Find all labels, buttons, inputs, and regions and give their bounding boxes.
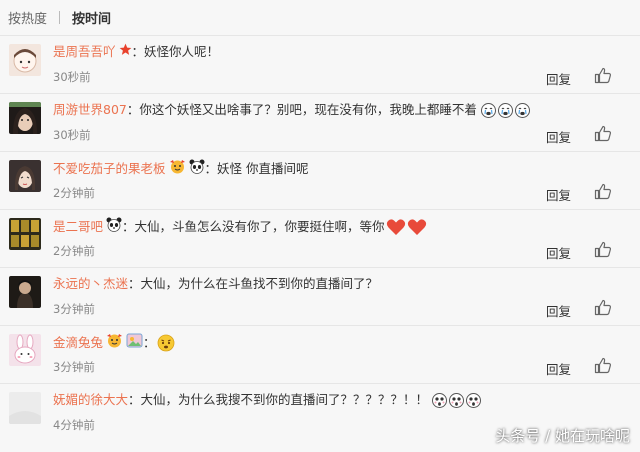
colon: ： bbox=[131, 44, 145, 59]
like-thumb-icon[interactable] bbox=[594, 67, 612, 84]
crying-face-icon bbox=[514, 102, 530, 118]
avatar[interactable] bbox=[9, 334, 41, 366]
sort-by-time-tab[interactable]: 按时间 bbox=[72, 8, 111, 27]
like-thumb-icon[interactable] bbox=[594, 299, 612, 316]
heart-icon bbox=[386, 218, 406, 236]
photo-badge-icon bbox=[126, 333, 143, 353]
fan-badge-icon bbox=[169, 159, 186, 179]
comment-line: 是周吾吾吖 ： 妖怪你人呢！ bbox=[53, 43, 219, 61]
comment-time: 4分钟前 bbox=[53, 418, 95, 432]
reply-button[interactable]: 回复 bbox=[546, 301, 571, 320]
comment-time: 2分钟前 bbox=[53, 244, 95, 258]
reply-button[interactable]: 回复 bbox=[546, 359, 571, 378]
heart-icon bbox=[407, 218, 427, 236]
comment-time: 2分钟前 bbox=[53, 186, 95, 200]
colon: ： bbox=[143, 335, 156, 350]
avatar[interactable] bbox=[9, 102, 41, 134]
comment-line: 妩媚的徐大大 ： 大仙，为什么我搜不到你的直播间了？？？？？！！ bbox=[53, 391, 482, 409]
comment-item: 是周吾吾吖 ： 妖怪你人呢！ 30秒前 回复 bbox=[0, 36, 640, 94]
colon: ： bbox=[204, 161, 218, 176]
comment-text: 大仙，为什么在斗鱼找不到你的直播间了？ bbox=[140, 276, 379, 291]
fan-badge-icon bbox=[106, 333, 123, 353]
comment-item: 不爱吃茄子的果老板 ： 妖怪 你直播间呢 2分钟前 回复 bbox=[0, 152, 640, 210]
like-thumb-icon[interactable] bbox=[594, 125, 612, 142]
colon: ： bbox=[122, 219, 135, 234]
sort-divider bbox=[59, 11, 61, 24]
avatar[interactable] bbox=[9, 218, 41, 250]
comment-item: 金滴兔兔 ： 3分钟前 回复 bbox=[0, 326, 640, 384]
comment-time: 3分钟前 bbox=[53, 360, 95, 374]
sort-by-hot-tab[interactable]: 按热度 bbox=[8, 8, 47, 27]
comment-line: 金滴兔兔 ： bbox=[53, 333, 176, 353]
shocked-face-icon bbox=[466, 392, 482, 408]
username-link[interactable]: 金滴兔兔 bbox=[53, 334, 103, 352]
panda-badge-icon bbox=[106, 217, 122, 237]
like-thumb-icon[interactable] bbox=[594, 241, 612, 258]
username-link[interactable]: 周游世界807 bbox=[53, 101, 127, 119]
worried-face-icon bbox=[157, 334, 175, 352]
comment-line: 不爱吃茄子的果老板 ： 妖怪 你直播间呢 bbox=[53, 159, 309, 179]
comment-text: 大仙，斗鱼怎么没有你了，你要挺住啊，等你 bbox=[134, 219, 385, 234]
comment-list: 是周吾吾吖 ： 妖怪你人呢！ 30秒前 回复 周游世界807 ： 你这个妖怪又出… bbox=[0, 36, 640, 442]
avatar[interactable] bbox=[9, 392, 41, 424]
username-link[interactable]: 是二哥吧 bbox=[53, 218, 103, 236]
star-badge-icon bbox=[119, 43, 132, 61]
comment-line: 永远的丶杰迷 ： 大仙，为什么在斗鱼找不到你的直播间了？ bbox=[53, 275, 378, 293]
sort-bar: 按热度 按时间 bbox=[0, 0, 640, 36]
reply-button[interactable]: 回复 bbox=[546, 243, 571, 262]
crying-face-icon bbox=[480, 102, 496, 118]
username-link[interactable]: 永远的丶杰迷 bbox=[53, 275, 128, 293]
comment-time: 30秒前 bbox=[53, 128, 91, 142]
avatar[interactable] bbox=[9, 44, 41, 76]
comment-line: 是二哥吧 ： 大仙，斗鱼怎么没有你了，你要挺住啊，等你 bbox=[53, 217, 427, 237]
username-link[interactable]: 是周吾吾吖 bbox=[53, 43, 116, 61]
like-thumb-icon[interactable] bbox=[594, 183, 612, 200]
watermark-text: 头条号 / 她在玩啥呢 bbox=[495, 427, 630, 445]
comment-text: 大仙，为什么我搜不到你的直播间了？？？？？！！ bbox=[140, 392, 429, 407]
comment-time: 3分钟前 bbox=[53, 302, 95, 316]
reply-button[interactable]: 回复 bbox=[546, 69, 571, 88]
comment-item: 永远的丶杰迷 ： 大仙，为什么在斗鱼找不到你的直播间了？ 3分钟前 回复 bbox=[0, 268, 640, 326]
comment-text: 妖怪你人呢！ bbox=[144, 44, 220, 59]
colon: ： bbox=[126, 102, 140, 117]
reply-button[interactable]: 回复 bbox=[546, 127, 571, 146]
shocked-face-icon bbox=[432, 392, 448, 408]
colon: ： bbox=[128, 392, 141, 407]
colon: ： bbox=[128, 276, 141, 291]
comment-line: 周游世界807 ： 你这个妖怪又出啥事了？别吧，现在没有你，我晚上都睡不着 bbox=[53, 101, 531, 119]
comment-text: 你这个妖怪又出啥事了？别吧，现在没有你，我晚上都睡不着 bbox=[139, 102, 477, 117]
avatar[interactable] bbox=[9, 160, 41, 192]
comment-item: 是二哥吧 ： 大仙，斗鱼怎么没有你了，你要挺住啊，等你 2分钟前 回复 bbox=[0, 210, 640, 268]
username-link[interactable]: 妩媚的徐大大 bbox=[53, 391, 128, 409]
comment-time: 30秒前 bbox=[53, 70, 91, 84]
like-thumb-icon[interactable] bbox=[594, 357, 612, 374]
reply-button[interactable]: 回复 bbox=[546, 185, 571, 204]
panda-badge-icon bbox=[189, 159, 205, 179]
comment-item: 周游世界807 ： 你这个妖怪又出啥事了？别吧，现在没有你，我晚上都睡不着 30… bbox=[0, 94, 640, 152]
username-link[interactable]: 不爱吃茄子的果老板 bbox=[53, 160, 166, 178]
crying-face-icon bbox=[497, 102, 513, 118]
avatar[interactable] bbox=[9, 276, 41, 308]
comment-text: 妖怪 你直播间呢 bbox=[217, 161, 309, 176]
shocked-face-icon bbox=[449, 392, 465, 408]
